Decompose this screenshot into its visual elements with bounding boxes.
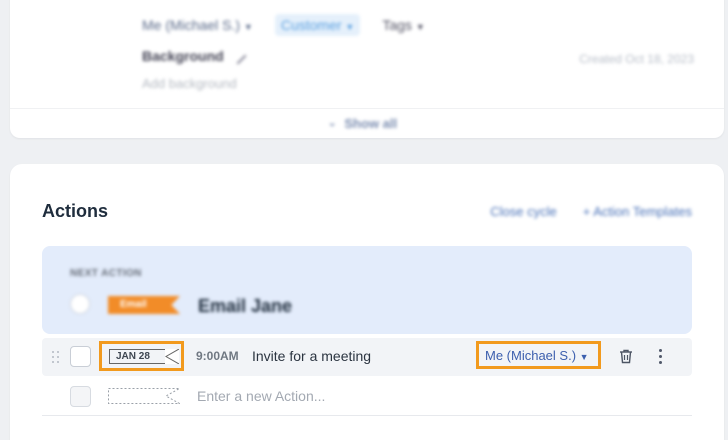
chevron-down-icon: ▼ [415,22,425,32]
next-action-checkbox[interactable] [70,294,90,314]
more-options-icon[interactable] [654,347,666,365]
due-time[interactable]: 9:00AM [196,349,239,363]
actions-header-links: Close cycle + Action Templates [490,204,692,219]
action-templates-label: Action Templates [593,204,692,219]
chevron-down-icon: ⌄ [328,118,337,129]
stage-label: Customer [280,17,342,33]
divider [10,108,724,109]
actions-heading: Actions [42,201,109,221]
assignee-dropdown[interactable]: Me (Michael S.) ▼ [476,341,601,369]
action-row[interactable]: JAN 28 9:00AM Invite for a meeting Me (M… [42,338,692,376]
flag-notch-icon [165,349,179,364]
email-type-badge: Email [108,296,180,314]
owner-dropdown[interactable]: Me (Michael S.) ▼ [142,17,253,33]
show-all-label: Show all [344,116,398,131]
stage-dropdown[interactable]: Customer ▼ [274,14,361,36]
due-date-picker[interactable]: JAN 28 [99,341,184,371]
close-cycle-button[interactable]: Close cycle [490,204,556,219]
tags-label: Tags [382,17,412,33]
next-action-label: NEXT ACTION [70,268,142,279]
due-date-label: JAN 28 [116,351,150,362]
contact-meta-row: Me (Michael S.) ▼ Customer ▼ Tags ▼ [142,14,425,36]
tags-dropdown[interactable]: Tags ▼ [382,17,424,33]
trash-icon[interactable] [618,348,634,364]
new-action-row: Enter a new Action... [42,378,692,416]
chevron-down-icon: ▼ [345,22,355,32]
contact-details-card: Me (Michael S.) ▼ Customer ▼ Tags ▼ Back… [10,0,724,138]
new-action-input[interactable]: Enter a new Action... [197,388,325,404]
action-templates-button[interactable]: + Action Templates [583,204,692,219]
chevron-down-icon: ▼ [243,22,253,32]
plus-icon: + [582,204,591,219]
created-date: Created Oct 18, 2023 [579,52,694,66]
next-action-title[interactable]: Email Jane [198,296,292,317]
action-complete-checkbox[interactable] [70,346,91,367]
background-input[interactable]: Add background [142,76,237,91]
background-heading: Background [142,47,247,65]
action-title[interactable]: Invite for a meeting [252,348,371,364]
new-action-date-flag[interactable] [108,388,180,404]
edit-icon[interactable] [229,47,247,65]
chevron-down-icon: ▼ [579,352,589,362]
assignee-label: Me (Michael S.) [485,348,577,363]
owner-label: Me (Michael S.) [142,17,241,33]
drag-handle-icon[interactable] [52,351,60,363]
background-label: Background [142,48,224,64]
next-action-panel: NEXT ACTION Email Email Jane [42,246,692,334]
actions-card: Actions Close cycle + Action Templates N… [10,164,724,440]
new-action-checkbox[interactable] [70,386,91,407]
date-flag: JAN 28 [109,349,179,364]
show-all-button[interactable]: ⌄ Show all [328,116,397,131]
